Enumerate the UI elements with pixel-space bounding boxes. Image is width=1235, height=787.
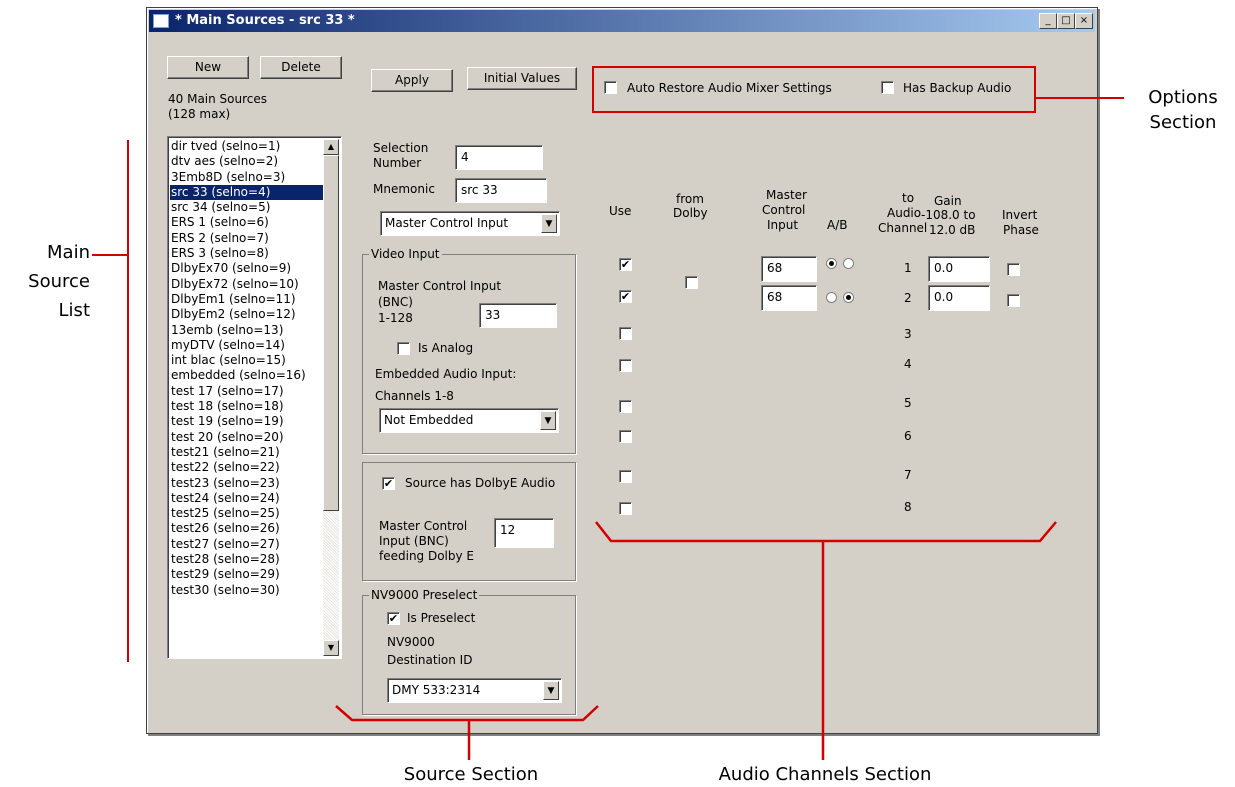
annotation-brackets (335, 521, 1057, 760)
audio-section-annotation: Audio Channels Section (718, 764, 932, 785)
source-section-annotation: Source Section (403, 764, 539, 785)
